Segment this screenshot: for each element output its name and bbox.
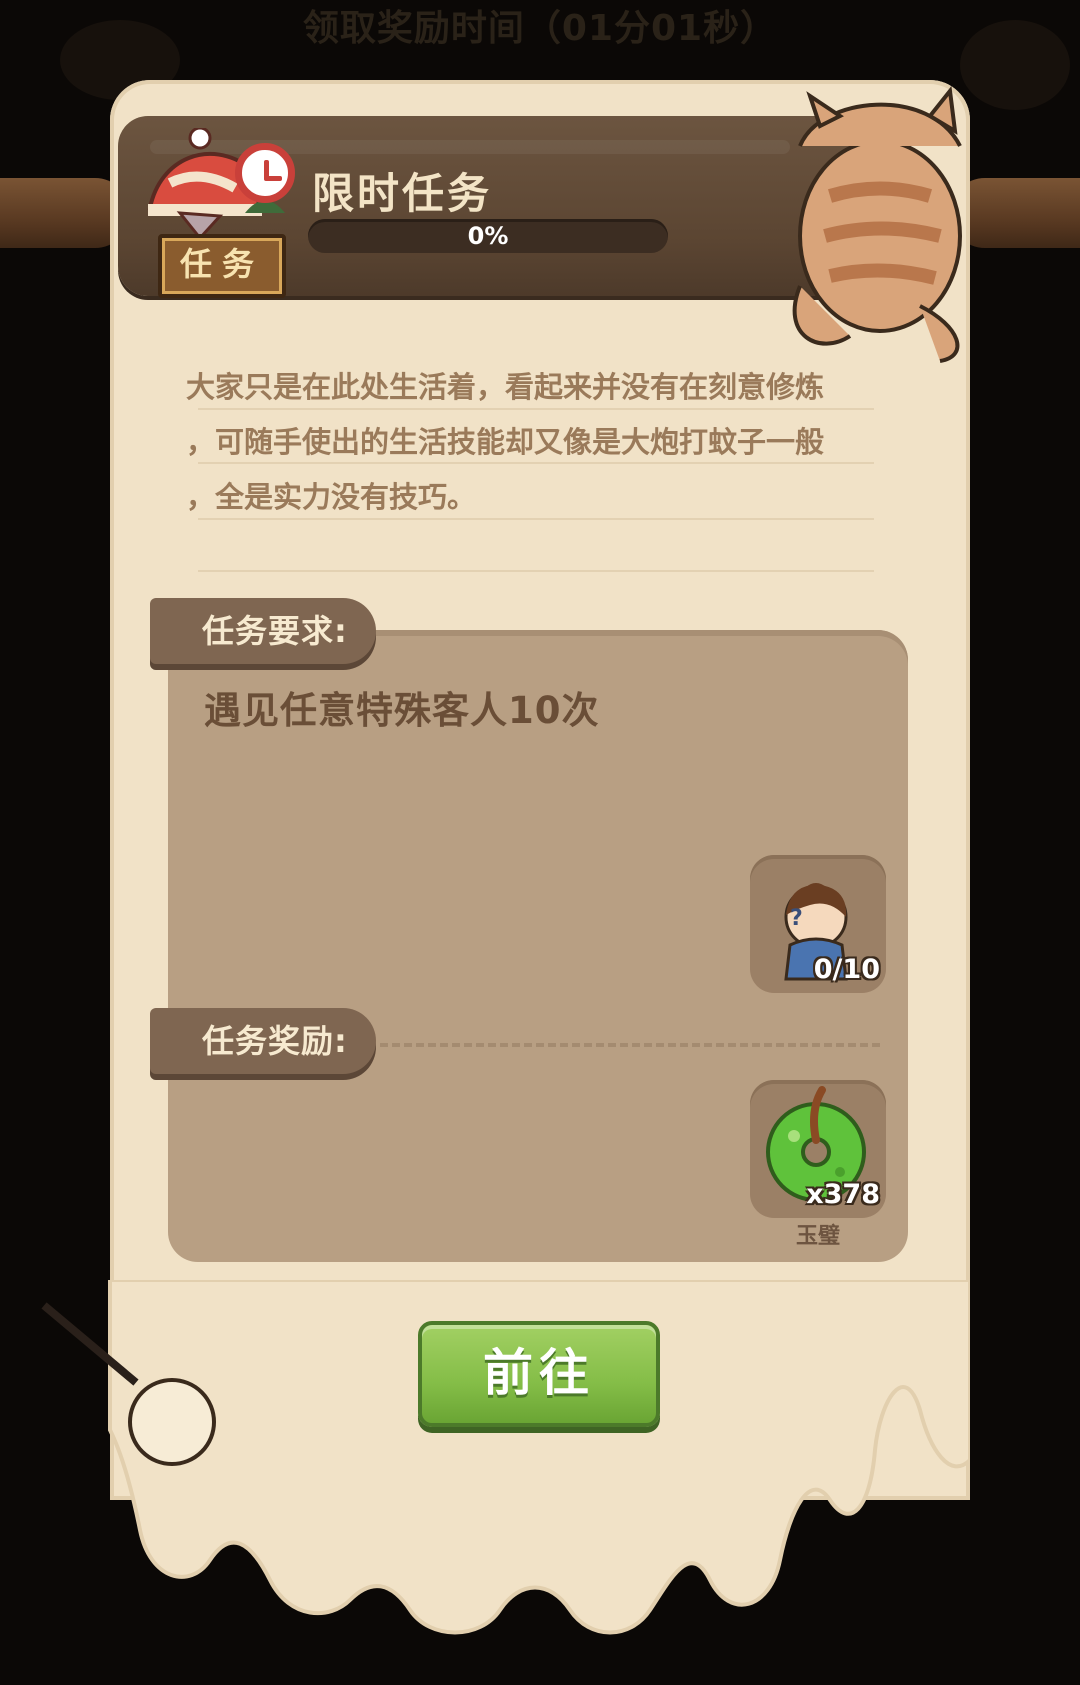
description-rule xyxy=(198,570,874,572)
header-title: 限时任务 xyxy=(312,169,493,218)
description-line: ，全是实力没有技巧。 xyxy=(186,480,477,514)
description-line: 大家只是在此处生活着，看起来并没有在刻意修炼 xyxy=(186,370,825,404)
reward-divider xyxy=(380,1043,880,1047)
svg-text:?: ? xyxy=(790,906,803,931)
reward-heading: 任务奖励: xyxy=(150,1008,376,1074)
progress-label: 0% xyxy=(467,222,509,250)
task-badge: 任务 xyxy=(158,234,286,298)
clock-icon xyxy=(235,143,295,203)
description-rule xyxy=(198,518,874,520)
requirement-heading: 任务要求: xyxy=(150,598,376,664)
requirement-count: 0/10 xyxy=(813,954,880,985)
requirement-text: 遇见任意特殊客人10次 xyxy=(204,689,600,732)
reward-count: x378 xyxy=(806,1179,880,1210)
requirement-item-slot[interactable]: ? 0/10 xyxy=(750,855,886,993)
go-button[interactable]: 前往 xyxy=(418,1321,660,1427)
reward-item-slot[interactable]: x378 xyxy=(750,1080,886,1218)
description-rule xyxy=(198,462,874,464)
scroll-knob xyxy=(128,1378,216,1466)
description-rule xyxy=(198,408,874,410)
reward-item-name: 玉璧 xyxy=(795,1224,840,1249)
task-progress-bar: 0% xyxy=(308,219,668,253)
cat-icon xyxy=(792,86,962,363)
task-description: 大家只是在此处生活着，看起来并没有在刻意修炼 ，可随手使出的生活技能却又像是大炮… xyxy=(186,360,886,525)
